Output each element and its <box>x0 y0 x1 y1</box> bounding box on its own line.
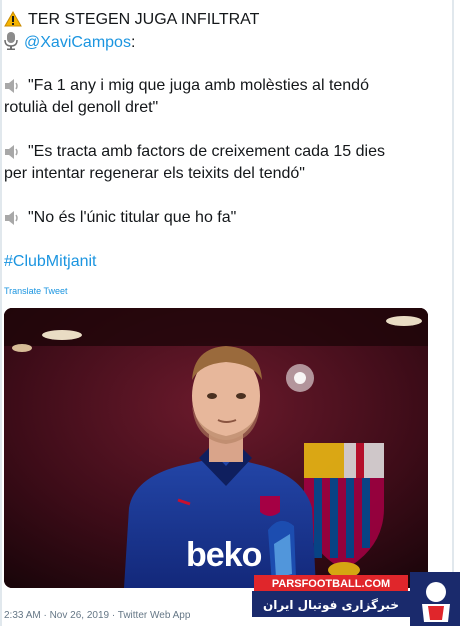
tweet-photo[interactable]: beko <box>4 308 428 588</box>
left-border <box>0 0 2 626</box>
translate-tweet-link[interactable]: Translate Tweet <box>4 286 68 296</box>
watermark-site: PARSFOOTBALL.COM <box>272 578 390 590</box>
right-border <box>452 0 454 626</box>
watermark-tagline: خبرگزاری فوتبال ایران <box>263 598 399 613</box>
quote-2-line-2: per intentar regenerar els teixits del t… <box>4 164 305 184</box>
quote-3-text-1: "No és l'únic titular que ho fa" <box>28 209 237 226</box>
quote-3-line-1: "No és l'únic titular que ho fa" <box>4 208 236 228</box>
ceiling-light <box>42 330 82 340</box>
speaker-icon <box>5 211 18 225</box>
shirt-sponsor: beko <box>186 536 262 574</box>
tweet-title-line: TER STEGEN JUGA INFILTRAT <box>4 10 259 30</box>
quote-1-line-1: "Fa 1 any i mig que juga amb molèsties a… <box>4 76 369 96</box>
tweet-timestamp[interactable]: 2:33 AM · Nov 26, 2019 · Twitter Web App <box>4 610 190 621</box>
quote-2-text-1: "Es tracta amb factors de creixement cad… <box>28 143 385 160</box>
parsfootball-watermark: PARSFOOTBALL.COM خبرگزاری فوتبال ایران <box>252 572 460 626</box>
quote-2-line-1: "Es tracta amb factors de creixement cad… <box>4 142 385 162</box>
ceiling-light <box>386 316 422 326</box>
warning-icon <box>4 11 22 27</box>
ceiling-light <box>12 344 32 352</box>
hashtag-line: #ClubMitjanit <box>4 252 96 272</box>
speaker-icon <box>5 79 18 93</box>
hashtag-link[interactable]: #ClubMitjanit <box>4 253 96 270</box>
tweet-title: TER STEGEN JUGA INFILTRAT <box>28 11 260 28</box>
quote-1-text-2: rotulià del genoll dret" <box>4 99 159 116</box>
microphone-icon <box>4 32 18 50</box>
speaker-icon <box>5 145 18 159</box>
author-suffix: : <box>130 34 136 51</box>
quote-1-line-2: rotulià del genoll dret" <box>4 98 158 118</box>
player-photo: beko <box>4 308 428 588</box>
author-line: @XaviCampos: <box>4 32 135 53</box>
quote-2-text-2: per intentar regenerar els teixits del t… <box>4 165 305 182</box>
quote-1-text-1: "Fa 1 any i mig que juga amb molèsties a… <box>28 77 369 94</box>
author-mention[interactable]: @XaviCampos <box>24 34 131 51</box>
